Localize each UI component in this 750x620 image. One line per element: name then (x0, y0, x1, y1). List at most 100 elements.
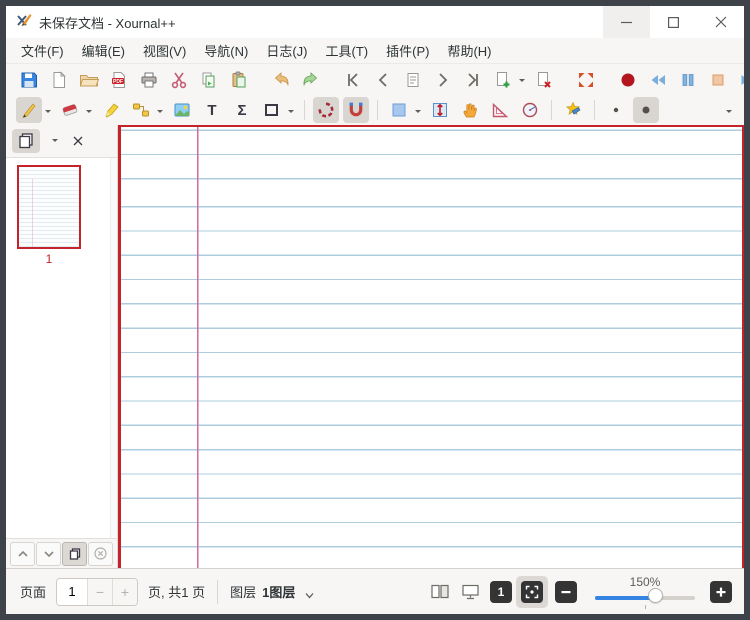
chevron-down-icon[interactable] (157, 110, 163, 116)
previous-page-button[interactable] (370, 67, 396, 93)
page-increment-button[interactable]: + (112, 579, 137, 605)
first-page-icon (344, 71, 362, 89)
compass-tool-button[interactable] (517, 97, 543, 123)
redo-button[interactable] (298, 67, 324, 93)
undo-button[interactable] (268, 67, 294, 93)
rotation-snap-toggle[interactable] (313, 97, 339, 123)
setsquare-tool-button[interactable] (487, 97, 513, 123)
new-file-button[interactable] (46, 67, 72, 93)
menu-tools[interactable]: 工具(T) (317, 38, 378, 63)
last-page-button[interactable] (460, 67, 486, 93)
main-area: 1 (6, 125, 744, 568)
zoom-100-button[interactable]: 1 (490, 581, 512, 603)
record-icon (619, 71, 637, 89)
maximize-button[interactable] (650, 6, 697, 38)
close-button[interactable] (697, 6, 744, 38)
pause-icon (679, 71, 697, 89)
chevron-down-icon[interactable] (288, 110, 294, 116)
tex-tool-button[interactable]: Σ (229, 97, 255, 123)
page-up-button[interactable] (10, 542, 35, 566)
zoom-fit-button[interactable] (521, 581, 543, 603)
shape-recognizer-button[interactable] (128, 97, 154, 123)
hand-tool-button[interactable] (457, 97, 483, 123)
cut-button[interactable] (166, 67, 192, 93)
last-page-icon (464, 71, 482, 89)
close-icon (715, 16, 727, 28)
zoom-slider-track[interactable] (595, 596, 695, 600)
open-button[interactable] (76, 67, 102, 93)
delete-page-sidebar-button[interactable] (88, 542, 113, 566)
copy-icon (200, 71, 218, 89)
menu-journal[interactable]: 日志(J) (257, 38, 316, 63)
chevron-down-icon[interactable] (519, 79, 525, 85)
fullscreen-button[interactable] (573, 67, 599, 93)
first-page-button[interactable] (340, 67, 366, 93)
zoom-slider[interactable]: 150% (593, 574, 697, 610)
presentation-toggle[interactable] (457, 579, 483, 605)
zoom-in-button[interactable] (710, 581, 732, 603)
page-down-button[interactable] (36, 542, 61, 566)
page-preview-icon (17, 132, 35, 150)
paste-button[interactable] (226, 67, 252, 93)
grid-snap-toggle[interactable] (343, 97, 369, 123)
toolbar-overflow-chevron-icon[interactable] (726, 110, 732, 116)
stop-button[interactable] (705, 67, 731, 93)
delete-page-button[interactable] (531, 67, 557, 93)
shapes-tool-button[interactable] (259, 97, 285, 123)
goto-page-button[interactable] (400, 67, 426, 93)
minimize-button[interactable] (603, 6, 650, 38)
page-number-input[interactable] (57, 579, 87, 605)
rewind-button[interactable] (645, 67, 671, 93)
new-page-button[interactable] (490, 67, 516, 93)
paste-icon (230, 71, 248, 89)
page-preview-tab[interactable] (12, 129, 40, 153)
forward-button[interactable] (735, 67, 750, 93)
stylus-tool-button[interactable] (560, 97, 586, 123)
highlighter-tool-button[interactable] (98, 97, 124, 123)
dual-page-toggle[interactable] (427, 579, 453, 605)
text-icon: T (207, 102, 216, 119)
eraser-tool-button[interactable] (57, 97, 83, 123)
page-thumbnail[interactable] (17, 165, 81, 249)
document-page[interactable] (118, 125, 744, 568)
chevron-down-icon[interactable] (415, 110, 421, 116)
menu-help[interactable]: 帮助(H) (438, 38, 500, 63)
menu-navigation[interactable]: 导航(N) (195, 38, 257, 63)
shape-recognizer-icon (132, 101, 150, 119)
page-thumbnail-item[interactable]: 1 (14, 165, 84, 266)
menu-plugins[interactable]: 插件(P) (377, 38, 438, 63)
redo-icon (302, 71, 320, 89)
hand-icon (461, 101, 479, 119)
image-tool-button[interactable] (169, 97, 195, 123)
zoom-fit-icon (525, 585, 539, 599)
pause-button[interactable] (675, 67, 701, 93)
vertical-space-button[interactable] (427, 97, 453, 123)
pen-size-medium-button[interactable] (633, 97, 659, 123)
pen-tool-button[interactable] (16, 97, 42, 123)
compass-icon (521, 101, 539, 119)
duplicate-page-button[interactable] (62, 542, 87, 566)
zoom-out-button[interactable] (555, 581, 577, 603)
menu-file[interactable]: 文件(F) (12, 38, 73, 63)
chevron-down-icon[interactable] (86, 110, 92, 116)
next-page-icon (434, 71, 452, 89)
layer-dropdown[interactable] (305, 587, 314, 602)
copy-button[interactable] (196, 67, 222, 93)
pen-size-fine-button[interactable] (603, 97, 629, 123)
sidebar-scrollbar[interactable] (110, 158, 117, 538)
page-decrement-button[interactable]: − (87, 579, 112, 605)
record-audio-button[interactable] (615, 67, 641, 93)
save-button[interactable] (16, 67, 42, 93)
zoom-slider-thumb[interactable] (648, 588, 663, 603)
menu-edit[interactable]: 编辑(E) (73, 38, 134, 63)
menu-view[interactable]: 视图(V) (134, 38, 195, 63)
sidebar-chevron-down-icon[interactable] (52, 139, 58, 145)
export-pdf-button[interactable]: PDF (106, 67, 132, 93)
sidebar-close-button[interactable] (64, 129, 92, 153)
print-button[interactable] (136, 67, 162, 93)
layer-value: 1图层 (262, 582, 295, 601)
text-tool-button[interactable]: T (199, 97, 225, 123)
next-page-button[interactable] (430, 67, 456, 93)
chevron-down-icon[interactable] (45, 110, 51, 116)
select-region-button[interactable] (386, 97, 412, 123)
